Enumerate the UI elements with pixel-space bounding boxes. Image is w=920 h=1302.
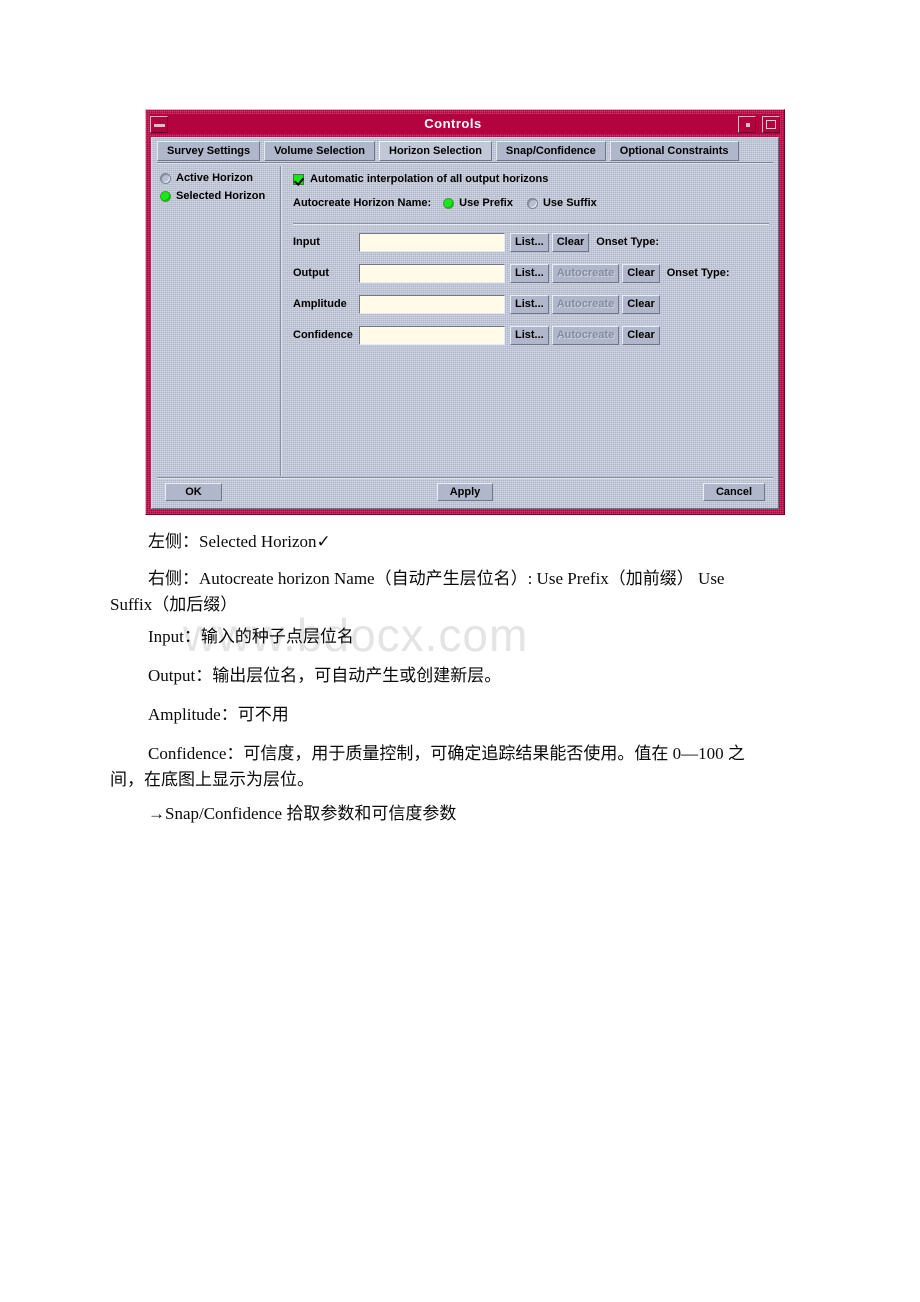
radio-active-horizon-indicator: [160, 172, 171, 184]
bottom-divider: [157, 477, 773, 479]
tab-strip: Survey Settings Volume Selection Horizon…: [157, 141, 774, 161]
auto-interpolation-label: Automatic interpolation of all output ho…: [310, 173, 549, 185]
apply-button[interactable]: Apply: [437, 483, 493, 501]
tab-survey-settings[interactable]: Survey Settings: [157, 141, 261, 161]
field-row-output: Output List... Autocreate Clear Onset Ty…: [293, 263, 773, 283]
minimize-icon[interactable]: [150, 115, 168, 133]
confidence-autocreate-button: Autocreate: [551, 325, 620, 345]
amplitude-field-label: Amplitude: [293, 298, 347, 310]
paragraph-right-side-line1: 右侧：Autocreate horizon Name（自动产生层位名）: Use…: [148, 569, 725, 588]
field-row-input: Input List... Clear Onset Type:: [293, 232, 773, 252]
radio-active-horizon[interactable]: Active Horizon: [160, 172, 280, 184]
autocreate-name-group: Autocreate Horizon Name: Use Prefix Use …: [293, 197, 773, 209]
input-list-button[interactable]: List...: [510, 232, 549, 252]
paragraph-confidence-line2: 间，在底图上显示为层位。: [110, 770, 314, 789]
autocreate-name-label: Autocreate Horizon Name:: [293, 197, 432, 209]
input-clear-button[interactable]: Clear: [551, 232, 590, 252]
output-field-label: Output: [293, 267, 330, 279]
radio-use-suffix-label[interactable]: Use Suffix: [543, 197, 597, 209]
horizon-settings-pane: Automatic interpolation of all output ho…: [284, 166, 773, 476]
amplitude-clear-button[interactable]: Clear: [622, 294, 660, 314]
horizon-scope-pane: Active Horizon Selected Horizon: [157, 166, 280, 476]
output-list-button[interactable]: List...: [510, 263, 549, 283]
output-horizon-field[interactable]: [359, 263, 505, 283]
check-icon: [293, 173, 304, 185]
dialog-title: Controls: [424, 116, 482, 131]
output-clear-button[interactable]: Clear: [622, 263, 660, 283]
pane-divider: [280, 166, 282, 476]
amplitude-autocreate-button: Autocreate: [551, 294, 620, 314]
tab-optional-constraints[interactable]: Optional Constraints: [609, 141, 739, 161]
maximize-icon[interactable]: [762, 115, 780, 133]
radio-selected-horizon-label: Selected Horizon: [176, 190, 266, 202]
input-field-label: Input: [293, 236, 320, 248]
output-autocreate-button: Autocreate: [551, 263, 620, 283]
radio-active-horizon-label: Active Horizon: [176, 172, 254, 184]
radio-selected-horizon[interactable]: Selected Horizon: [160, 190, 280, 202]
paragraph-right-side: 右侧：Autocreate horizon Name（自动产生层位名）: Use…: [110, 566, 808, 614]
paragraph-snap-confidence: →Snap/Confidence 拾取参数和可信度参数: [148, 804, 457, 823]
confidence-clear-button[interactable]: Clear: [622, 325, 660, 345]
confidence-horizon-field[interactable]: [359, 325, 505, 345]
restore-icon[interactable]: [738, 115, 756, 133]
amplitude-list-button[interactable]: List...: [510, 294, 549, 314]
section-divider: [293, 223, 769, 225]
paragraph-right-side-line2: Suffix（加后缀）: [110, 595, 238, 614]
input-horizon-field[interactable]: [359, 232, 505, 252]
confidence-list-button[interactable]: List...: [510, 325, 549, 345]
ok-button[interactable]: OK: [165, 483, 222, 501]
field-row-confidence: Confidence List... Autocreate Clear: [293, 325, 773, 345]
output-onset-type-label: Onset Type:: [666, 267, 730, 279]
tabstrip-divider-highlight: [157, 163, 773, 164]
input-onset-type-label: Onset Type:: [596, 236, 660, 248]
tab-horizon-selection[interactable]: Horizon Selection: [379, 141, 492, 161]
paragraph-confidence-line1: Confidence：可信度，用于质量控制，可确定追踪结果能否使用。值在 0—1…: [148, 744, 745, 763]
dialog-titlebar: Controls: [150, 114, 780, 134]
amplitude-horizon-field[interactable]: [359, 294, 505, 314]
checkbox-auto-interpolation[interactable]: Automatic interpolation of all output ho…: [293, 173, 773, 185]
paragraph-output: Output：输出层位名，可自动产生或创建新层。: [148, 666, 502, 685]
controls-dialog-screenshot: Controls Survey Settings Volume Selectio…: [145, 109, 785, 515]
paragraph-amplitude: Amplitude：可不用: [148, 705, 289, 724]
paragraph-input: Input：输入的种子点层位名: [148, 627, 354, 646]
paragraph-left-side: 左侧：Selected Horizon✓: [148, 532, 331, 551]
dialog-client-area: Survey Settings Volume Selection Horizon…: [151, 137, 779, 509]
horizon-fields: Input List... Clear Onset Type: Output L…: [293, 232, 773, 356]
field-row-amplitude: Amplitude List... Autocreate Clear: [293, 294, 773, 314]
radio-use-suffix-indicator[interactable]: [526, 197, 538, 209]
radio-use-prefix-label[interactable]: Use Prefix: [459, 197, 513, 209]
tab-volume-selection[interactable]: Volume Selection: [264, 141, 376, 161]
tab-snap-confidence[interactable]: Snap/Confidence: [495, 141, 606, 161]
radio-use-prefix-indicator[interactable]: [443, 197, 455, 209]
window-frame: Controls Survey Settings Volume Selectio…: [145, 109, 785, 515]
dialog-button-bar: OK Apply Cancel: [157, 480, 773, 504]
confidence-field-label: Confidence: [293, 329, 353, 341]
paragraph-confidence: Confidence：可信度，用于质量控制，可确定追踪结果能否使用。值在 0—1…: [110, 741, 813, 789]
cancel-button[interactable]: Cancel: [703, 483, 765, 501]
radio-selected-horizon-indicator: [160, 190, 171, 202]
